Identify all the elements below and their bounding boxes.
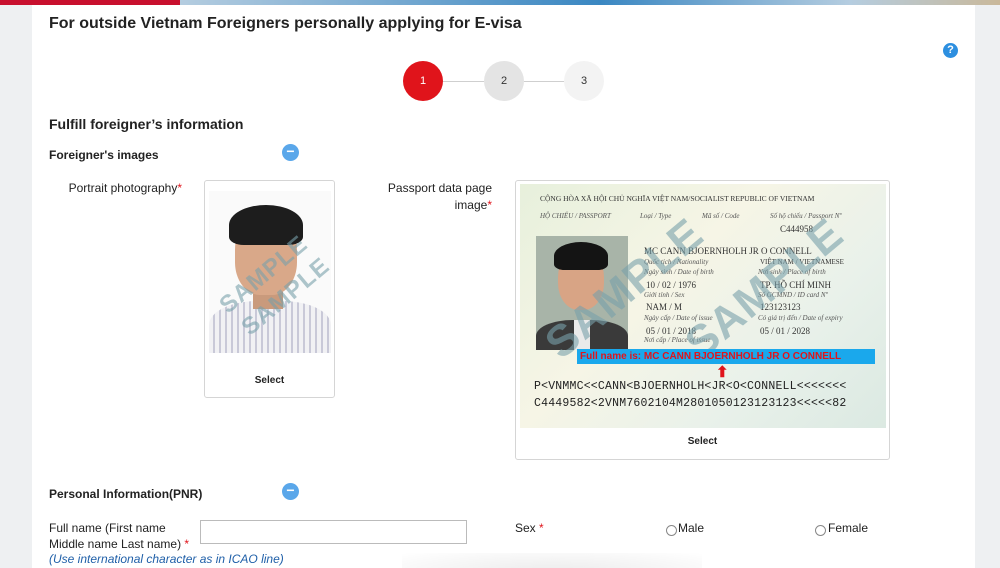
sex-male-label: Male [678,521,705,535]
minus-circle-icon[interactable]: − [282,144,299,161]
images-section-title: Foreigner's images [49,148,159,162]
bottom-shadow [402,553,702,568]
passport-upload[interactable]: CỘNG HÒA XÃ HỘI CHỦ NGHĨA VIỆT NAM/SOCIA… [515,180,890,460]
portrait-upload[interactable]: SAMPLE SAMPLE Select [204,180,335,398]
fullname-annotation: Full name is: MC CANN BJOERNHOLH JR O CO… [577,349,875,364]
step-connector [524,81,564,82]
fullname-label: Full name (First name Middle name Last n… [49,521,190,551]
pnr-section-title: Personal Information(PNR) [49,487,203,501]
main-panel: For outside Vietnam Foreigners personall… [32,5,975,568]
mrz-line-2: C4449582<2VNM7602104M2801050123123123<<<… [534,397,847,410]
arrow-up-icon: ⬆ [716,364,729,381]
minus-circle-icon[interactable]: − [282,483,299,500]
step-3-indicator: 3 [564,61,604,101]
passport-image: CỘNG HÒA XÃ HỘI CHỦ NGHĨA VIỆT NAM/SOCIA… [520,184,886,428]
sex-label: Sex * [515,521,544,535]
step-1-indicator: 1 [403,61,443,101]
page-title: For outside Vietnam Foreigners personall… [49,15,522,32]
step-connector [443,81,484,82]
sex-male-radio[interactable] [666,525,677,536]
portrait-select-button[interactable]: Select [205,375,334,386]
sex-female-radio[interactable] [815,525,826,536]
passport-label: Passport data page image* [387,181,492,212]
portrait-label: Portrait photography* [68,181,182,195]
fullname-hint: (Use international character as in ICAO … [49,552,284,566]
help-icon[interactable]: ? [943,43,958,58]
mrz-line-1: P<VNMMC<<CANN<BJOERNHOLH<JR<O<CONNELL<<<… [534,380,847,393]
passport-select-button[interactable]: Select [516,436,889,447]
step-2-indicator: 2 [484,61,524,101]
sex-female-label: Female [828,521,869,535]
portrait-photo: SAMPLE SAMPLE [209,191,331,353]
fullname-input[interactable] [200,520,467,544]
section-title: Fulfill foreigner’s information [49,116,244,132]
